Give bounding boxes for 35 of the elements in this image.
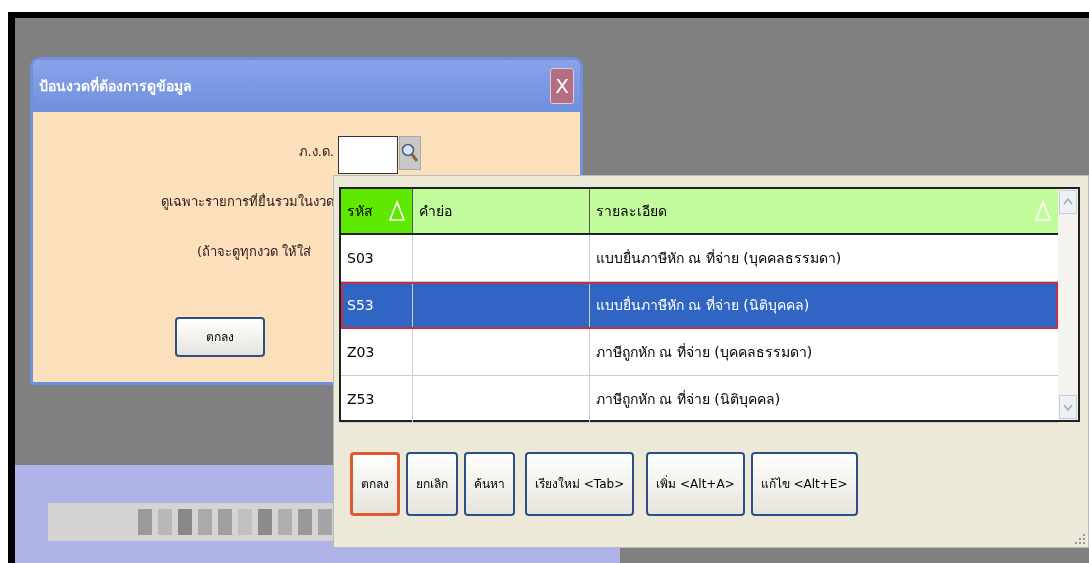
- table-row[interactable]: Z53 ภาษีถูกหัก ณ ที่จ่าย (นิติบุคคล): [341, 376, 1058, 423]
- table-row[interactable]: S53 แบบยื่นภาษีหัก ณ ที่จ่าย (นิติบุคคล): [341, 282, 1058, 329]
- dialog-button[interactable]: เรียงใหม่ <Tab>: [525, 452, 635, 516]
- dialog-button[interactable]: เพิ่ม <Alt+A>: [646, 452, 745, 516]
- table-row[interactable]: Z03 ภาษีถูกหัก ณ ที่จ่าย (บุคคลธรรมดา): [341, 329, 1058, 376]
- column-header[interactable]: รายละเอียด: [590, 189, 1058, 233]
- table-cell-text: S53: [347, 295, 374, 315]
- close-button[interactable]: X: [550, 68, 574, 104]
- table-cell-text: S03: [347, 248, 374, 268]
- table-cell-text: Z53: [347, 389, 375, 409]
- ok-button[interactable]: ตกลง: [175, 317, 265, 357]
- search-icon: [401, 143, 419, 163]
- scroll-up-icon[interactable]: [1059, 190, 1077, 214]
- dialog-button[interactable]: ยกเลิก: [406, 452, 458, 516]
- hint-text: (ถ้าจะดูทุกงวด ให้ใส่: [197, 243, 312, 262]
- scroll-down-icon[interactable]: [1059, 395, 1077, 419]
- column-header[interactable]: รหัส: [341, 189, 413, 233]
- dialog-button[interactable]: ตกลง: [350, 452, 400, 516]
- scrollbar[interactable]: [1058, 189, 1078, 420]
- window-title: ป้อนงวดที่ต้องการดูข้อมูล: [39, 75, 192, 97]
- form-input[interactable]: [338, 136, 398, 174]
- table-cell-text: Z03: [347, 342, 375, 362]
- filter-label: ดูเฉพาะรายการที่ยื่นรวมในงวด: [161, 192, 334, 212]
- dialog-button[interactable]: แก้ไข <Alt+E>: [750, 452, 858, 516]
- sort-arrow-icon: [388, 200, 406, 222]
- column-header[interactable]: คำย่อ: [413, 189, 590, 233]
- table-cell-text: ภาษีถูกหัก ณ ที่จ่าย (นิติบุคคล): [596, 389, 781, 410]
- search-button[interactable]: [399, 136, 421, 170]
- sort-arrow-icon: [1034, 200, 1052, 222]
- resize-grip-icon[interactable]: [1075, 534, 1085, 544]
- dialog-button[interactable]: ค้นหา: [464, 452, 515, 516]
- table-cell-text: ภาษีถูกหัก ณ ที่จ่าย (บุคคลธรรมดา): [596, 342, 813, 363]
- form-label: ภ.ง.ด.: [298, 143, 334, 161]
- table-cell-text: แบบยื่นภาษีหัก ณ ที่จ่าย (นิติบุคคล): [596, 295, 810, 316]
- table-cell-text: แบบยื่นภาษีหัก ณ ที่จ่าย (บุคคลธรรมดา): [596, 248, 842, 269]
